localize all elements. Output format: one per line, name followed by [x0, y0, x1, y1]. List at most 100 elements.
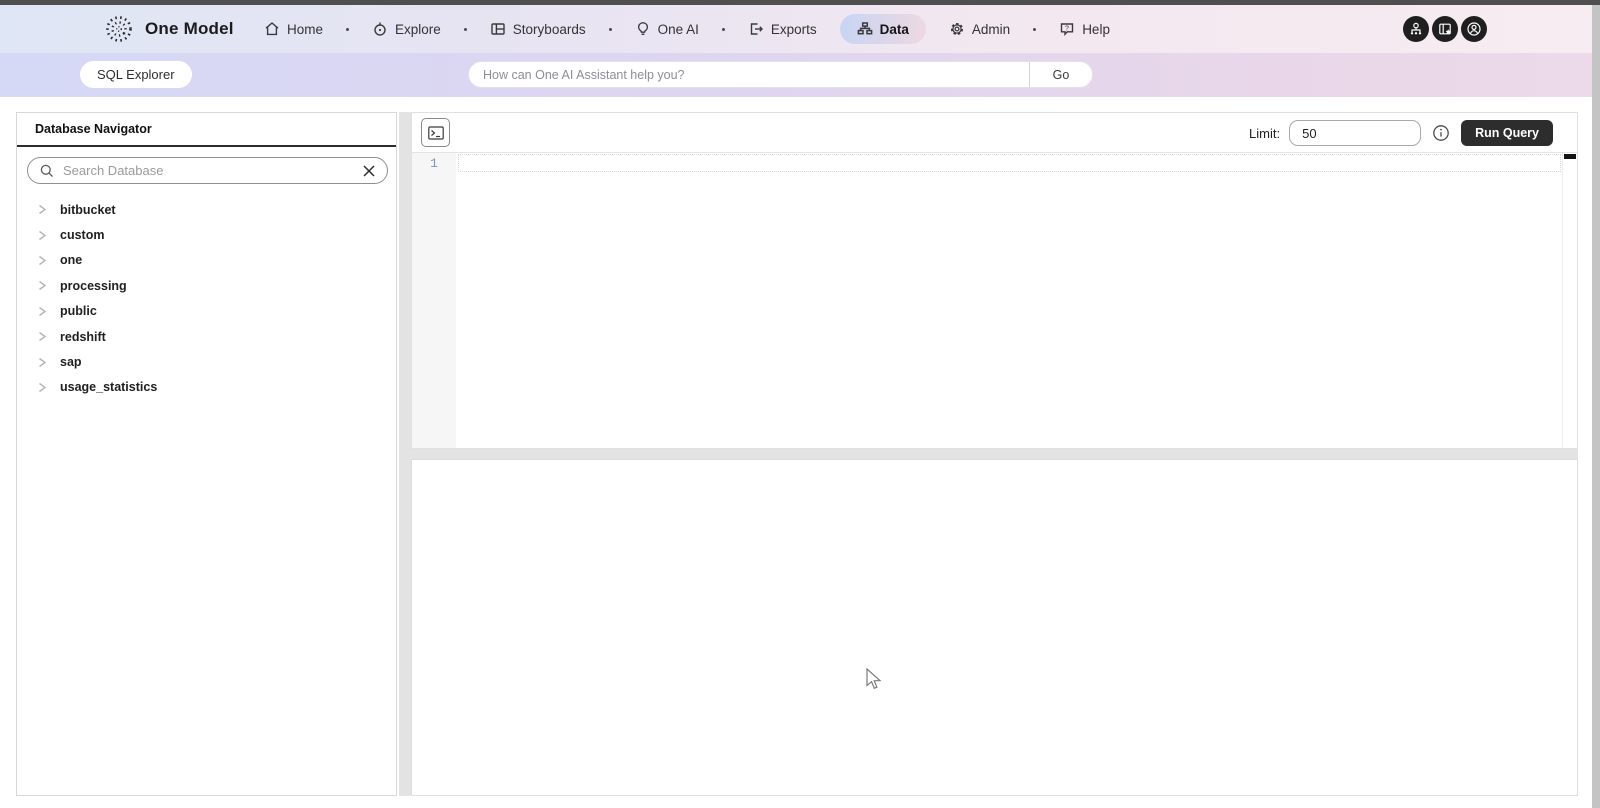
data-icon: [857, 22, 873, 35]
nav-item-admin[interactable]: Admin: [947, 14, 1012, 44]
org-share-icon: [1410, 22, 1422, 35]
exports-icon: [750, 23, 763, 35]
storyboard-star-icon: [1439, 23, 1451, 35]
query-controls: Limit: Run Query: [1249, 113, 1553, 153]
limit-label: Limit:: [1249, 125, 1281, 141]
nav-item-label: Explore: [395, 21, 441, 37]
query-results-panel: [411, 459, 1578, 796]
nav-separator-dot: [1033, 27, 1037, 31]
info-icon: [1433, 125, 1449, 141]
database-search-input[interactable]: [63, 163, 354, 178]
storyboard-star-button[interactable]: [1432, 16, 1458, 42]
active-line-highlight: [458, 154, 1561, 172]
editor-body: 1: [412, 153, 1577, 448]
nav-right-buttons: [1403, 5, 1487, 53]
tree-item-label: public: [60, 304, 97, 319]
sql-editor-panel: Limit: Run Query 1: [411, 112, 1578, 449]
go-button[interactable]: Go: [1029, 62, 1092, 87]
line-number-gutter: 1: [412, 153, 456, 448]
nav-item-one-ai[interactable]: One AI: [633, 14, 701, 44]
mouse-cursor: [866, 668, 882, 690]
nav-item-data[interactable]: Data: [839, 14, 926, 44]
run-query-button[interactable]: Run Query: [1461, 120, 1553, 146]
brand: One Model: [102, 5, 234, 53]
account-icon: [1467, 22, 1481, 36]
nav-item-explore[interactable]: Explore: [370, 14, 443, 44]
tree-item-processing[interactable]: processing: [17, 273, 396, 298]
chevron-right-icon: [39, 230, 47, 240]
nav-item-label: Exports: [770, 21, 817, 37]
nav-item-help[interactable]: ? Help: [1057, 14, 1112, 44]
account-button[interactable]: [1461, 16, 1487, 42]
page-scrollbar[interactable]: [1592, 5, 1600, 808]
one-ai-icon: [637, 22, 648, 36]
panel-title: Database Navigator: [35, 122, 152, 136]
chevron-right-icon: [39, 332, 47, 342]
nav-item-label: Admin: [971, 21, 1011, 37]
chevron-right-icon: [39, 255, 47, 266]
app-pill-label: SQL Explorer: [97, 67, 175, 82]
assistant-bar: SQL Explorer Go: [0, 53, 1600, 97]
help-icon: ?: [1060, 23, 1074, 36]
database-navigator-panel: Database Navigator bitbucket custom: [16, 112, 397, 796]
tree-item-public[interactable]: public: [17, 299, 396, 324]
limit-input[interactable]: [1289, 120, 1422, 146]
nav-separator-dot: [463, 27, 467, 31]
clear-search-button[interactable]: [362, 164, 376, 178]
nav-item-label: Storyboards: [512, 21, 586, 37]
explore-icon: [374, 22, 386, 36]
tree-item-bitbucket[interactable]: bitbucket: [17, 197, 396, 222]
terminal-icon: [427, 125, 444, 140]
editor-scrollbar[interactable]: [1562, 153, 1577, 448]
tree-item-custom[interactable]: custom: [17, 222, 396, 247]
home-icon: [265, 22, 279, 36]
chevron-right-icon: [39, 306, 47, 316]
tree-item-redshift[interactable]: redshift: [17, 324, 396, 349]
database-search-box: [27, 157, 388, 184]
tree-item-label: custom: [60, 228, 105, 243]
tree-item-label: sap: [60, 355, 82, 370]
main-nav: Home Explore Storyboards One AI Exports …: [262, 5, 1112, 53]
assistant-input-group: Go: [468, 61, 1093, 88]
chevron-right-icon: [39, 357, 47, 367]
sql-code-area[interactable]: [456, 153, 1562, 448]
editor-toolbar: Limit: Run Query: [412, 113, 1577, 153]
nav-item-label: Help: [1082, 21, 1110, 37]
storyboards-icon: [491, 23, 505, 35]
tree-item-label: processing: [60, 278, 127, 293]
sql-explorer-page: One Model Home Explore Storyboards One A…: [0, 0, 1600, 808]
limit-info-button[interactable]: [1430, 124, 1452, 142]
brand-name: One Model: [145, 19, 234, 38]
one-model-logo-icon: [106, 16, 132, 42]
assistant-input[interactable]: [469, 62, 1029, 87]
chevron-right-icon: [39, 205, 47, 215]
horizontal-pane-resizer[interactable]: [399, 449, 1578, 459]
tree-item-label: bitbucket: [60, 202, 116, 217]
search-icon: [40, 164, 54, 177]
chevron-right-icon: [39, 281, 47, 291]
nav-separator-dot: [608, 27, 612, 31]
admin-gear-icon: [950, 22, 963, 36]
tree-item-usage-statistics[interactable]: usage_statistics: [17, 375, 396, 400]
org-share-button[interactable]: [1403, 16, 1429, 42]
svg-text:?: ?: [1065, 25, 1069, 32]
line-number: 1: [430, 156, 438, 171]
tree-item-sap[interactable]: sap: [17, 349, 396, 374]
sql-explorer-pill: SQL Explorer: [80, 61, 192, 88]
nav-item-home[interactable]: Home: [262, 14, 325, 44]
nav-item-label: One AI: [657, 21, 699, 37]
tree-item-one[interactable]: one: [17, 248, 396, 273]
nav-separator-dot: [346, 27, 350, 31]
tree-item-label: redshift: [60, 329, 106, 344]
chevron-right-icon: [39, 382, 47, 392]
top-navbar: One Model Home Explore Storyboards One A…: [0, 5, 1600, 53]
editor-scrollbar-thumb[interactable]: [1564, 154, 1576, 159]
nav-item-storyboards[interactable]: Storyboards: [488, 14, 588, 44]
tree-item-label: one: [60, 253, 83, 268]
console-button[interactable]: [421, 118, 450, 147]
nav-item-exports[interactable]: Exports: [746, 14, 819, 44]
database-navigator-header: Database Navigator: [17, 113, 396, 147]
close-icon: [363, 164, 375, 177]
schema-tree: bitbucket custom one processing public r…: [17, 197, 396, 400]
page-scrollbar-thumb[interactable]: [1592, 5, 1600, 808]
